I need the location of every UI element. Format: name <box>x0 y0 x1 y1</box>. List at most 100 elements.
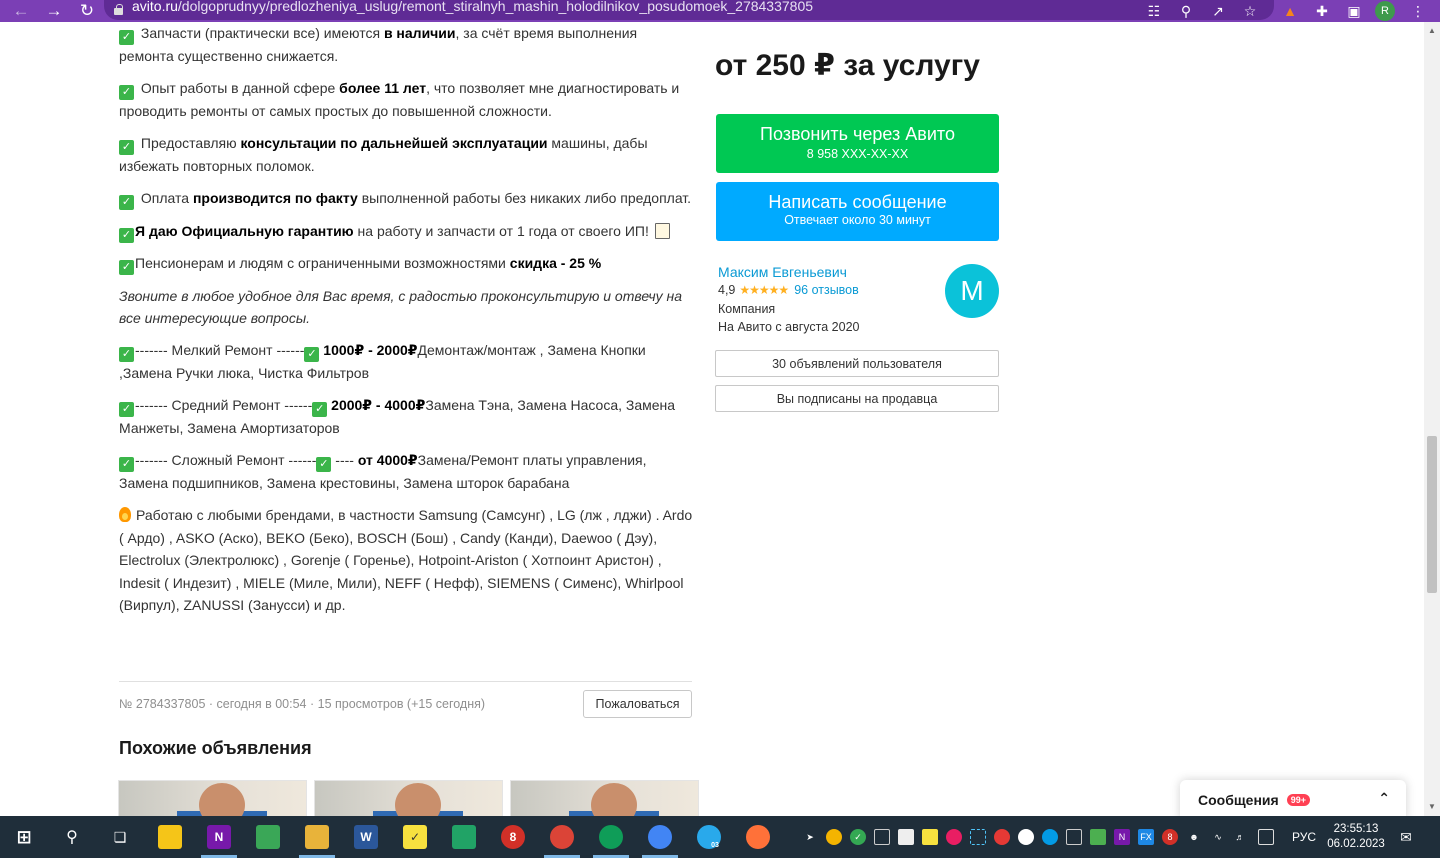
chrome-profile-icon[interactable] <box>648 825 672 849</box>
url-path: /dolgoprudnyy/predlozheniya_uslug/remont… <box>177 0 814 14</box>
side-panel-icon[interactable]: ▣ <box>1344 1 1364 21</box>
chrome-profile-icon[interactable] <box>599 825 623 849</box>
volume-icon[interactable]: ♬ <box>1232 829 1248 845</box>
scroll-up-icon[interactable]: ▲ <box>1428 26 1436 35</box>
reviews-link[interactable]: 96 отзывов <box>794 283 859 297</box>
clock-time: 23:55:13 <box>1333 823 1379 835</box>
desc-paragraph: ✓ Опыт работы в данной сфере более 11 ле… <box>119 80 680 119</box>
app-tray-icon[interactable] <box>994 829 1010 845</box>
back-arrow-icon[interactable]: ← <box>8 0 34 22</box>
folder-icon[interactable] <box>305 825 329 849</box>
checkmark-icon: ✓ <box>119 227 134 243</box>
profile-avatar[interactable]: R <box>1375 1 1395 21</box>
checkmark-icon: ✓ <box>119 402 134 417</box>
chrome-tray-icon[interactable] <box>1042 829 1058 845</box>
checkmark-icon: ✓ <box>312 402 328 417</box>
sticky-notes-icon[interactable]: ✓ <box>403 825 427 849</box>
divider <box>119 681 692 682</box>
rating-value: 4,9 <box>718 283 736 297</box>
browser-toolbar: ← → ↻ avito.ru/dolgoprudnyy/predlozheniy… <box>0 0 1440 22</box>
input-language[interactable]: РУС <box>1292 830 1316 844</box>
notifications-icon[interactable]: ✉ <box>1398 829 1414 845</box>
write-message-button[interactable]: Написать сообщение Отвечает около 30 мин… <box>716 182 999 241</box>
screenshot-tray-icon[interactable] <box>970 829 986 845</box>
network-app-tray-icon[interactable] <box>1090 829 1106 845</box>
complain-button[interactable]: Пожаловаться <box>583 690 692 718</box>
wifi-icon[interactable]: ∿ <box>1210 829 1226 845</box>
firefox-icon[interactable] <box>746 825 770 849</box>
metamask-fox-icon[interactable]: ▲ <box>1280 1 1300 21</box>
document-tray-icon[interactable] <box>898 829 914 845</box>
yandex-tray-icon[interactable]: 8 <box>1162 829 1178 845</box>
message-button-label: Написать сообщение <box>768 192 947 212</box>
fx-tray-icon[interactable]: FX <box>1138 829 1154 845</box>
checkmark-icon: ✓ <box>119 85 134 100</box>
keyboard-icon[interactable] <box>1258 829 1274 845</box>
call-button[interactable]: Позвонить через Авито 8 958 XXX-XX-XX <box>716 114 999 173</box>
page-content: ✓ Запчасти (практически все) имеются в н… <box>0 22 1424 816</box>
page-scrollbar[interactable]: ▲ ▼ <box>1424 22 1440 816</box>
word-icon[interactable]: W <box>354 825 378 849</box>
seller-rating: 4,9 ★★★★★ 96 отзывов <box>718 283 859 297</box>
extensions-puzzle-icon[interactable]: ✚ <box>1312 1 1332 21</box>
zoom-icon[interactable]: ⚲ <box>1176 1 1196 21</box>
monitor-tray-icon[interactable] <box>874 829 890 845</box>
chrome-icon[interactable] <box>550 825 574 849</box>
similar-listing-card[interactable] <box>118 780 307 816</box>
translate-icon[interactable]: ☷ <box>1144 1 1164 21</box>
telegram-icon[interactable]: 03 <box>697 825 721 849</box>
similar-listing-card[interactable] <box>510 780 699 816</box>
reload-icon[interactable]: ↻ <box>74 0 100 22</box>
windows-start-icon[interactable]: ⊞ <box>12 825 36 849</box>
subscribed-button[interactable]: Вы подписаны на продавца <box>715 385 999 412</box>
file-manager-icon[interactable] <box>158 825 182 849</box>
onenote-icon[interactable]: N <box>207 825 231 849</box>
desc-paragraph: ✓ Предоставляю консультации по дальнейше… <box>119 135 648 174</box>
desc-paragraph: Работаю с любыми брендами, в частности S… <box>119 507 693 613</box>
notepad-icon[interactable] <box>256 825 280 849</box>
desc-paragraph: ✓ Запчасти (практически все) имеются в н… <box>119 25 638 64</box>
window-tray-icon[interactable] <box>1066 829 1082 845</box>
task-view-icon[interactable]: ❏ <box>108 825 132 849</box>
scroll-thumb[interactable] <box>1427 436 1437 593</box>
people-tray-icon[interactable]: ☻ <box>1186 829 1202 845</box>
desc-paragraph: ✓ ------- Средний Ремонт ------ ✓ 2000₽ - … <box>119 397 676 436</box>
rating-stars-icon: ★★★★★ <box>739 283 789 297</box>
messages-widget[interactable]: Сообщения 99+ ⌃ <box>1180 780 1406 816</box>
excel-icon[interactable] <box>452 825 476 849</box>
send-tray-icon[interactable]: ➤ <box>802 829 818 845</box>
share-icon[interactable]: ↗ <box>1208 1 1228 21</box>
clock-date: 06.02.2023 <box>1327 838 1385 850</box>
scroll-down-icon[interactable]: ▼ <box>1428 802 1436 811</box>
notes-tray-icon[interactable] <box>922 829 938 845</box>
checkmark-icon: ✓ <box>119 30 134 45</box>
messages-label: Сообщения <box>1198 792 1279 808</box>
yandex-browser-icon[interactable]: 8 <box>501 825 525 849</box>
lock-icon <box>114 3 123 15</box>
record-tray-icon[interactable] <box>946 829 962 845</box>
chevron-up-icon[interactable]: ⌃ <box>1378 790 1390 807</box>
desc-paragraph: Звоните в любое удобное для Вас время, с… <box>119 287 683 327</box>
search-icon[interactable]: ⚲ <box>60 825 84 849</box>
shield-tray-icon[interactable]: ✓ <box>850 829 866 845</box>
seller-name-link[interactable]: Максим Евгеньевич <box>718 264 847 280</box>
seller-listings-button[interactable]: 30 объявлений пользователя <box>715 350 999 377</box>
checkmark-icon: ✓ <box>119 457 134 472</box>
seller-avatar[interactable]: M <box>945 264 999 318</box>
onenote-tray-icon[interactable]: N <box>1114 829 1130 845</box>
checkmark-icon: ✓ <box>316 457 332 472</box>
bookmark-star-icon[interactable]: ☆ <box>1240 1 1260 21</box>
similar-listing-card[interactable] <box>314 780 503 816</box>
browser-menu-icon[interactable]: ⋮ <box>1408 1 1428 21</box>
checkmark-icon: ✓ <box>119 195 134 210</box>
forward-arrow-icon[interactable]: → <box>41 0 67 22</box>
clock[interactable]: 23:55:13 06.02.2023 <box>1326 822 1386 852</box>
listing-meta: № 2784337805 · сегодня в 00:54 · 15 прос… <box>119 697 486 711</box>
checkmark-icon: ✓ <box>119 260 134 275</box>
seller-type: Компания <box>718 302 776 316</box>
chrome-tray-icon[interactable] <box>826 829 842 845</box>
seller-since: На Авито с августа 2020 <box>718 320 860 334</box>
block-tray-icon[interactable] <box>1018 829 1034 845</box>
address-bar[interactable]: avito.ru/dolgoprudnyy/predlozheniya_uslu… <box>104 0 1274 20</box>
checkmark-icon: ✓ <box>304 347 320 362</box>
